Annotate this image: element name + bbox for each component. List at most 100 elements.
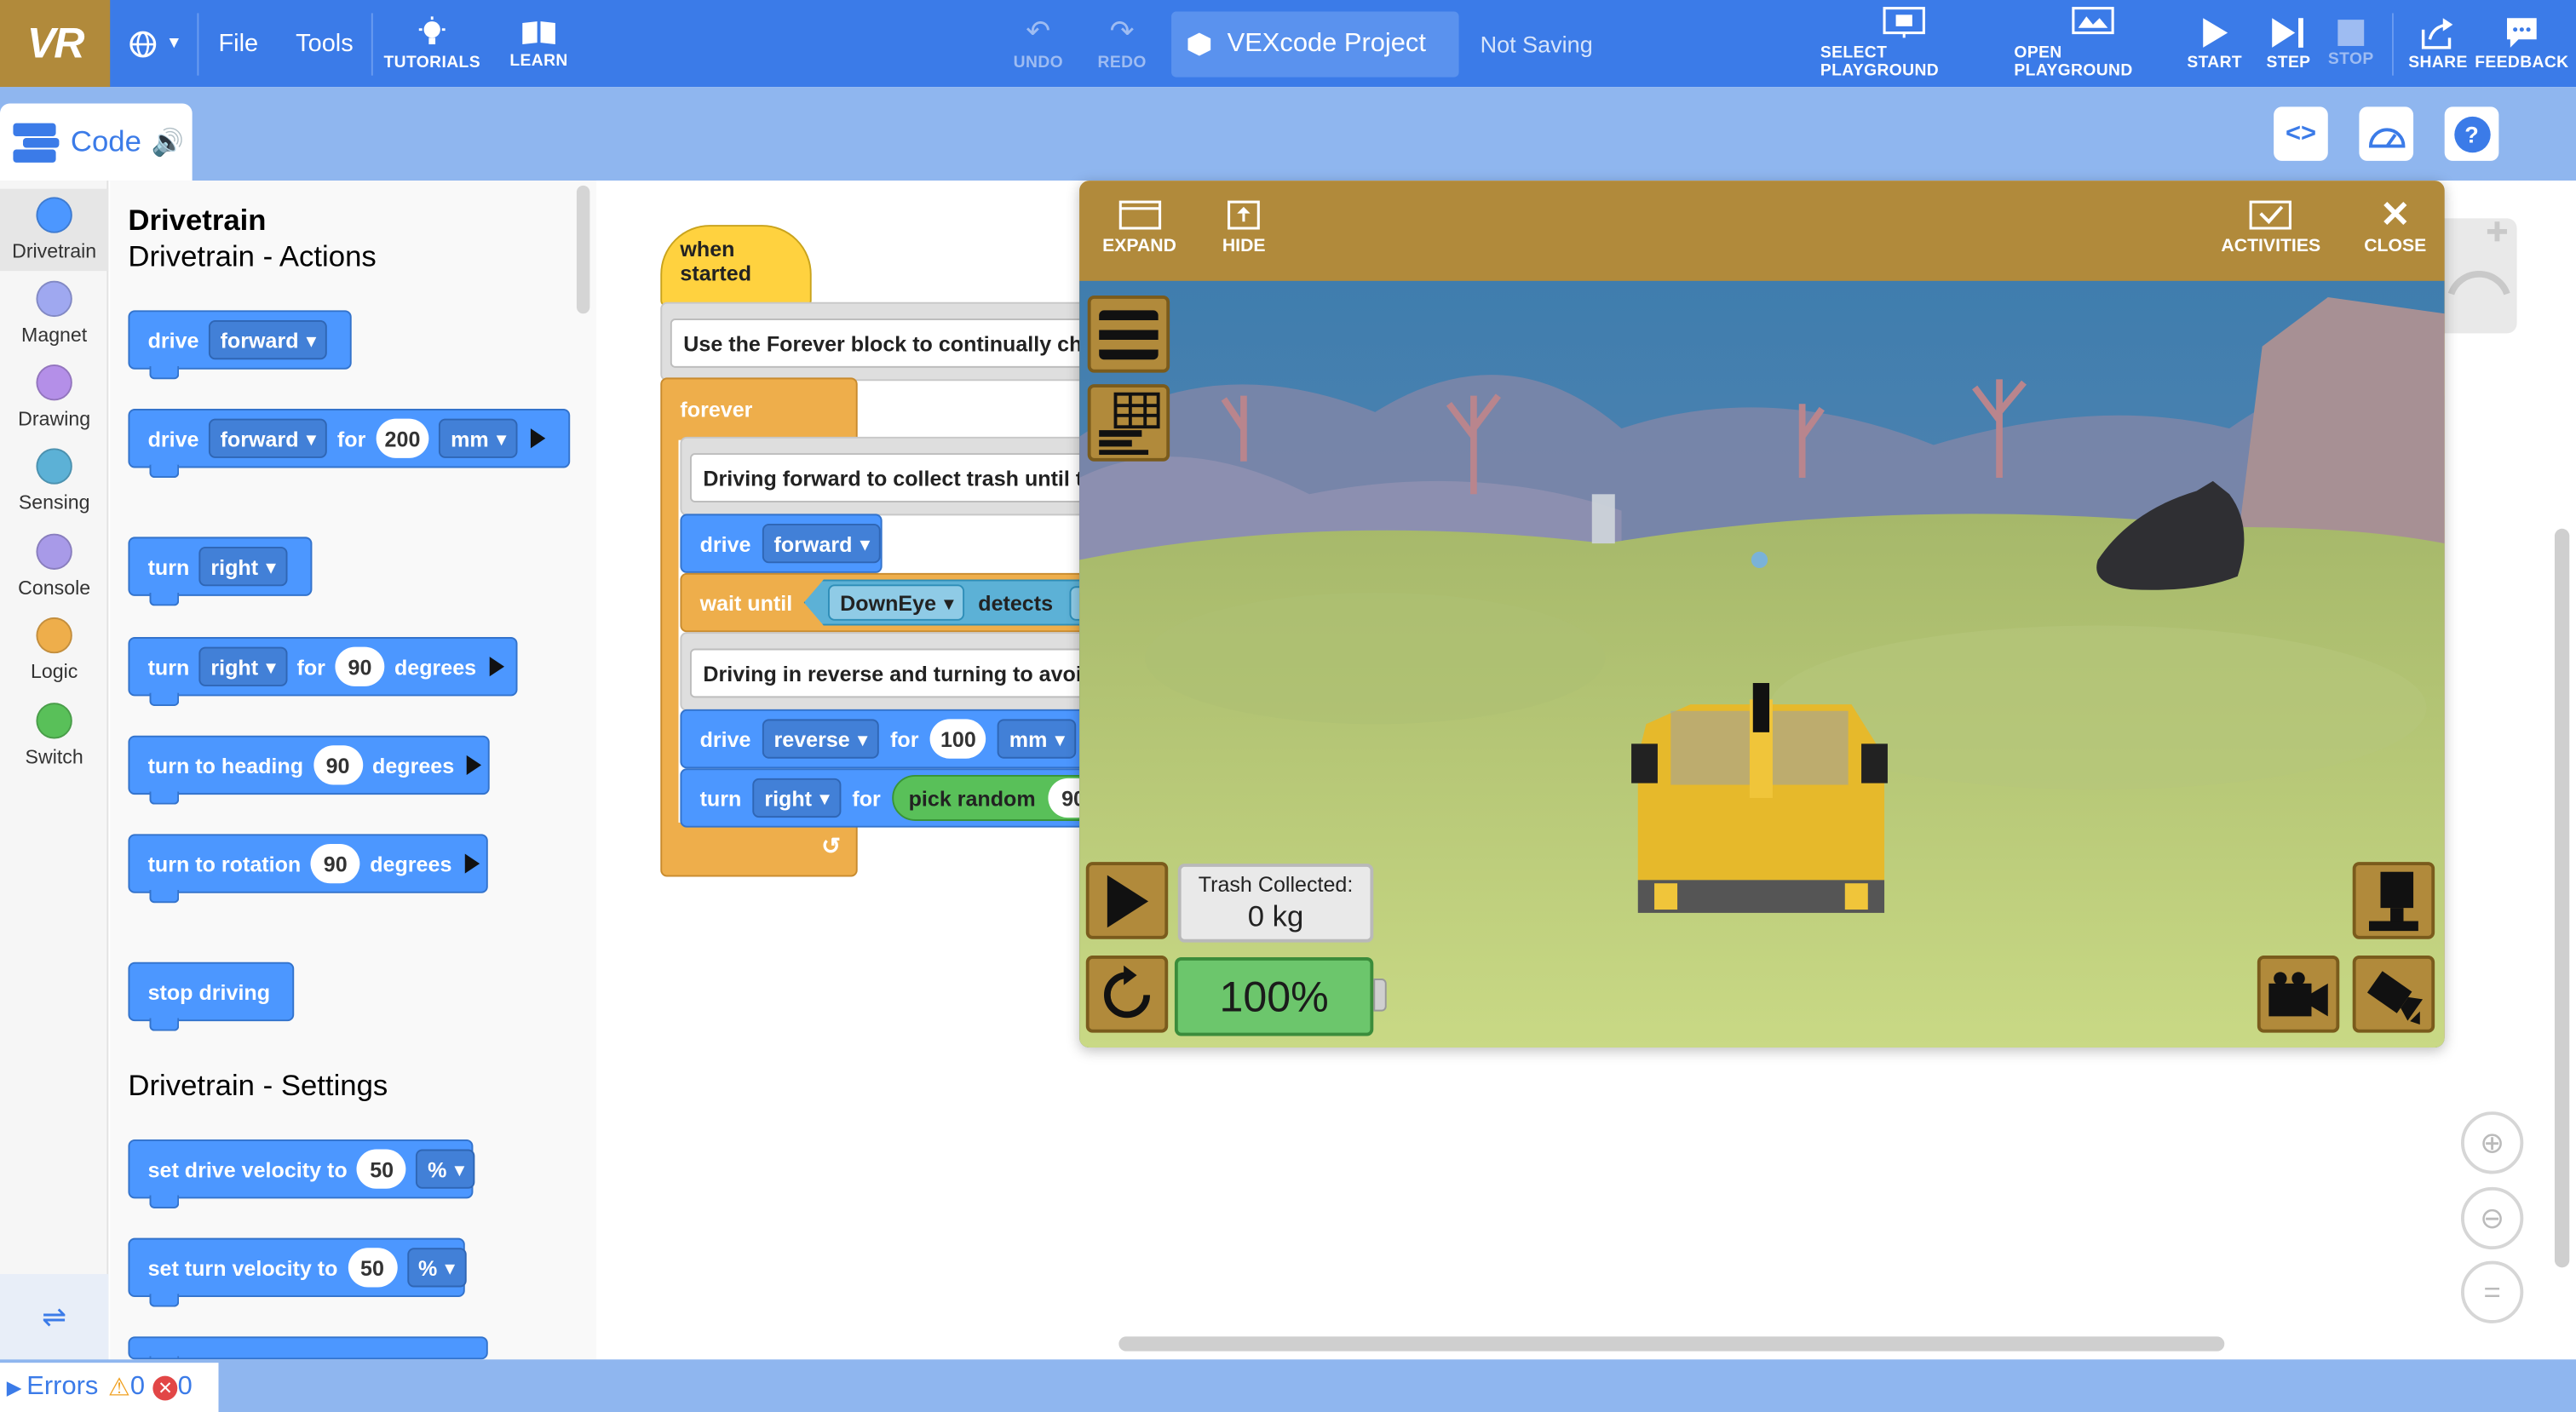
zoom-out-button[interactable]: ⊖ bbox=[2460, 1186, 2524, 1250]
drive-block[interactable]: drive forward bbox=[128, 310, 353, 380]
rotation-input[interactable]: 90 bbox=[310, 843, 360, 884]
turn-random-block[interactable]: turn right for pick random 90 bbox=[680, 768, 1090, 828]
category-sensing[interactable]: Sensing bbox=[0, 440, 108, 522]
turn-for-block[interactable]: turn right for 90 degrees bbox=[128, 637, 518, 707]
velocity-unit-dropdown[interactable]: % bbox=[406, 1248, 467, 1288]
block-text: turn to rotation bbox=[147, 851, 302, 876]
zoom-in-button[interactable]: ⊕ bbox=[2460, 1111, 2524, 1174]
drive-for-block[interactable]: drive forward for 200 mm bbox=[128, 409, 571, 479]
drive-forward-block[interactable]: drive forward bbox=[680, 514, 883, 573]
pick-random-block[interactable]: pick random 90 bbox=[892, 774, 1088, 821]
category-drivetrain[interactable]: Drivetrain bbox=[0, 188, 109, 272]
language-menu[interactable]: ▼ bbox=[128, 0, 182, 87]
category-console[interactable]: Console bbox=[0, 525, 108, 607]
unit-dropdown[interactable]: mm bbox=[439, 418, 518, 458]
block-text: for bbox=[852, 785, 881, 811]
close-playground-button[interactable]: ✕ CLOSE bbox=[2364, 193, 2426, 255]
errors-label: Errors bbox=[26, 1372, 99, 1401]
learn-button[interactable]: LEARN bbox=[506, 0, 572, 87]
turn-block[interactable]: turn right bbox=[128, 537, 312, 606]
stop-button[interactable]: STOP bbox=[2326, 0, 2376, 87]
direction-dropdown[interactable]: forward bbox=[762, 524, 881, 564]
flyout-scrollbar[interactable] bbox=[576, 185, 590, 314]
workspace-horizontal-scrollbar[interactable] bbox=[1118, 1336, 2225, 1352]
code-brackets-icon: <> bbox=[2285, 118, 2316, 147]
turn-direction-dropdown[interactable]: right bbox=[752, 778, 841, 818]
playground-play-button[interactable] bbox=[1085, 862, 1169, 939]
set-drive-velocity-block[interactable]: set drive velocity to 50 % bbox=[128, 1139, 476, 1208]
sensor-dropdown[interactable]: DownEye bbox=[828, 584, 965, 621]
distance-input[interactable]: 100 bbox=[930, 719, 986, 759]
select-playground-button[interactable]: SELECT PLAYGROUND bbox=[1820, 0, 1988, 87]
comment-text-2[interactable]: Driving forward to collect trash until t… bbox=[689, 453, 1088, 502]
tutorials-button[interactable]: TUTORIALS bbox=[383, 0, 480, 87]
drive-reverse-block[interactable]: drive reverse for 100 mm bbox=[680, 709, 1090, 769]
distance-input[interactable]: 200 bbox=[375, 418, 430, 458]
velocity-input[interactable]: 50 bbox=[357, 1149, 407, 1189]
workspace-vertical-scrollbar[interactable] bbox=[2554, 528, 2570, 1268]
category-magnet[interactable]: Magnet bbox=[0, 273, 108, 354]
comment-text-3[interactable]: Driving in reverse and turning to avoid … bbox=[689, 648, 1088, 698]
help-icon: ? bbox=[2453, 115, 2490, 152]
wait-until-block[interactable]: wait until DownEye detects blu bbox=[680, 572, 1090, 633]
speaker-icon[interactable]: 🔊 bbox=[151, 125, 183, 158]
select-playground-icon bbox=[1883, 7, 1925, 38]
stop-driving-block[interactable]: stop driving bbox=[128, 961, 295, 1031]
block-text: drive bbox=[147, 426, 199, 451]
comment-text-1[interactable]: Use the Forever block to continually che… bbox=[670, 319, 1088, 368]
turn-direction-dropdown[interactable]: right bbox=[198, 546, 287, 587]
heading-input[interactable]: 90 bbox=[313, 745, 363, 785]
open-playground-button[interactable]: OPEN PLAYGROUND bbox=[2014, 0, 2170, 87]
dashboard-button[interactable] bbox=[2359, 106, 2414, 161]
redo-button[interactable]: ↷ REDO bbox=[1094, 0, 1150, 87]
direction-dropdown[interactable]: reverse bbox=[762, 719, 879, 759]
direction-dropdown[interactable]: forward bbox=[209, 319, 328, 360]
turn-direction-dropdown[interactable]: right bbox=[198, 646, 287, 686]
step-button[interactable]: STEP bbox=[2264, 0, 2314, 87]
file-menu[interactable]: File bbox=[218, 0, 258, 87]
errors-panel-toggle[interactable]: ▶ Errors ⚠ 0 ✕ 0 bbox=[0, 1363, 219, 1412]
block-text: turn to heading bbox=[147, 752, 304, 778]
set-turn-velocity-block[interactable]: set turn velocity to 50 % bbox=[128, 1237, 467, 1307]
share-label: SHARE bbox=[2408, 53, 2468, 72]
next-block-partial[interactable] bbox=[128, 1336, 488, 1360]
project-name-field[interactable]: VEXcode Project bbox=[1171, 11, 1459, 77]
expand-button[interactable]: EXPAND bbox=[1102, 193, 1176, 256]
turn-to-heading-block[interactable]: turn to heading 90 degrees bbox=[128, 735, 490, 805]
text-code-toggle-button[interactable]: <> bbox=[2274, 106, 2328, 161]
hide-button[interactable]: HIDE bbox=[1222, 193, 1266, 256]
when-started-block[interactable]: when started bbox=[660, 225, 812, 307]
camera-follow-button[interactable] bbox=[2257, 956, 2340, 1033]
category-switch[interactable]: Switch bbox=[0, 695, 108, 777]
menu-button[interactable] bbox=[1087, 296, 1170, 373]
share-icon bbox=[2421, 17, 2453, 49]
activities-button[interactable]: ACTIVITIES bbox=[2221, 193, 2320, 256]
block-text: for bbox=[296, 654, 325, 680]
wait-triangle-icon bbox=[530, 428, 546, 449]
category-drawing[interactable]: Drawing bbox=[0, 356, 108, 438]
camera-orbit-button[interactable] bbox=[2352, 956, 2435, 1033]
unit-dropdown[interactable]: mm bbox=[998, 719, 1077, 759]
undo-button[interactable]: ↶ UNDO bbox=[1010, 0, 1067, 87]
turn-to-rotation-block[interactable]: turn to rotation 90 degrees bbox=[128, 834, 488, 904]
share-button[interactable]: SHARE bbox=[2408, 0, 2467, 87]
feedback-button[interactable]: FEEDBACK bbox=[2475, 0, 2568, 87]
tab-code[interactable]: Code 🔊 bbox=[0, 103, 193, 181]
velocity-input[interactable]: 50 bbox=[348, 1248, 397, 1288]
category-dot bbox=[36, 617, 72, 654]
camera-top-view-button[interactable] bbox=[2352, 862, 2435, 939]
direction-dropdown[interactable]: forward bbox=[209, 418, 328, 458]
detects-sensor-block[interactable]: DownEye detects blu bbox=[803, 579, 1088, 626]
data-panel-button[interactable] bbox=[1087, 384, 1170, 462]
help-button[interactable]: ? bbox=[2444, 106, 2499, 161]
zoom-reset-button[interactable]: = bbox=[2460, 1260, 2524, 1323]
playground-reset-button[interactable] bbox=[1085, 956, 1169, 1033]
start-button[interactable]: START bbox=[2187, 0, 2243, 87]
velocity-unit-dropdown[interactable]: % bbox=[416, 1149, 476, 1189]
flyout-title: Drivetrain bbox=[128, 204, 267, 237]
tools-menu[interactable]: Tools bbox=[296, 0, 354, 87]
degrees-input[interactable]: 90 bbox=[335, 646, 385, 686]
category-logic[interactable]: Logic bbox=[0, 609, 108, 691]
extensions-button[interactable]: ⇌ bbox=[0, 1274, 109, 1360]
select-playground-label: SELECT PLAYGROUND bbox=[1820, 44, 1940, 81]
